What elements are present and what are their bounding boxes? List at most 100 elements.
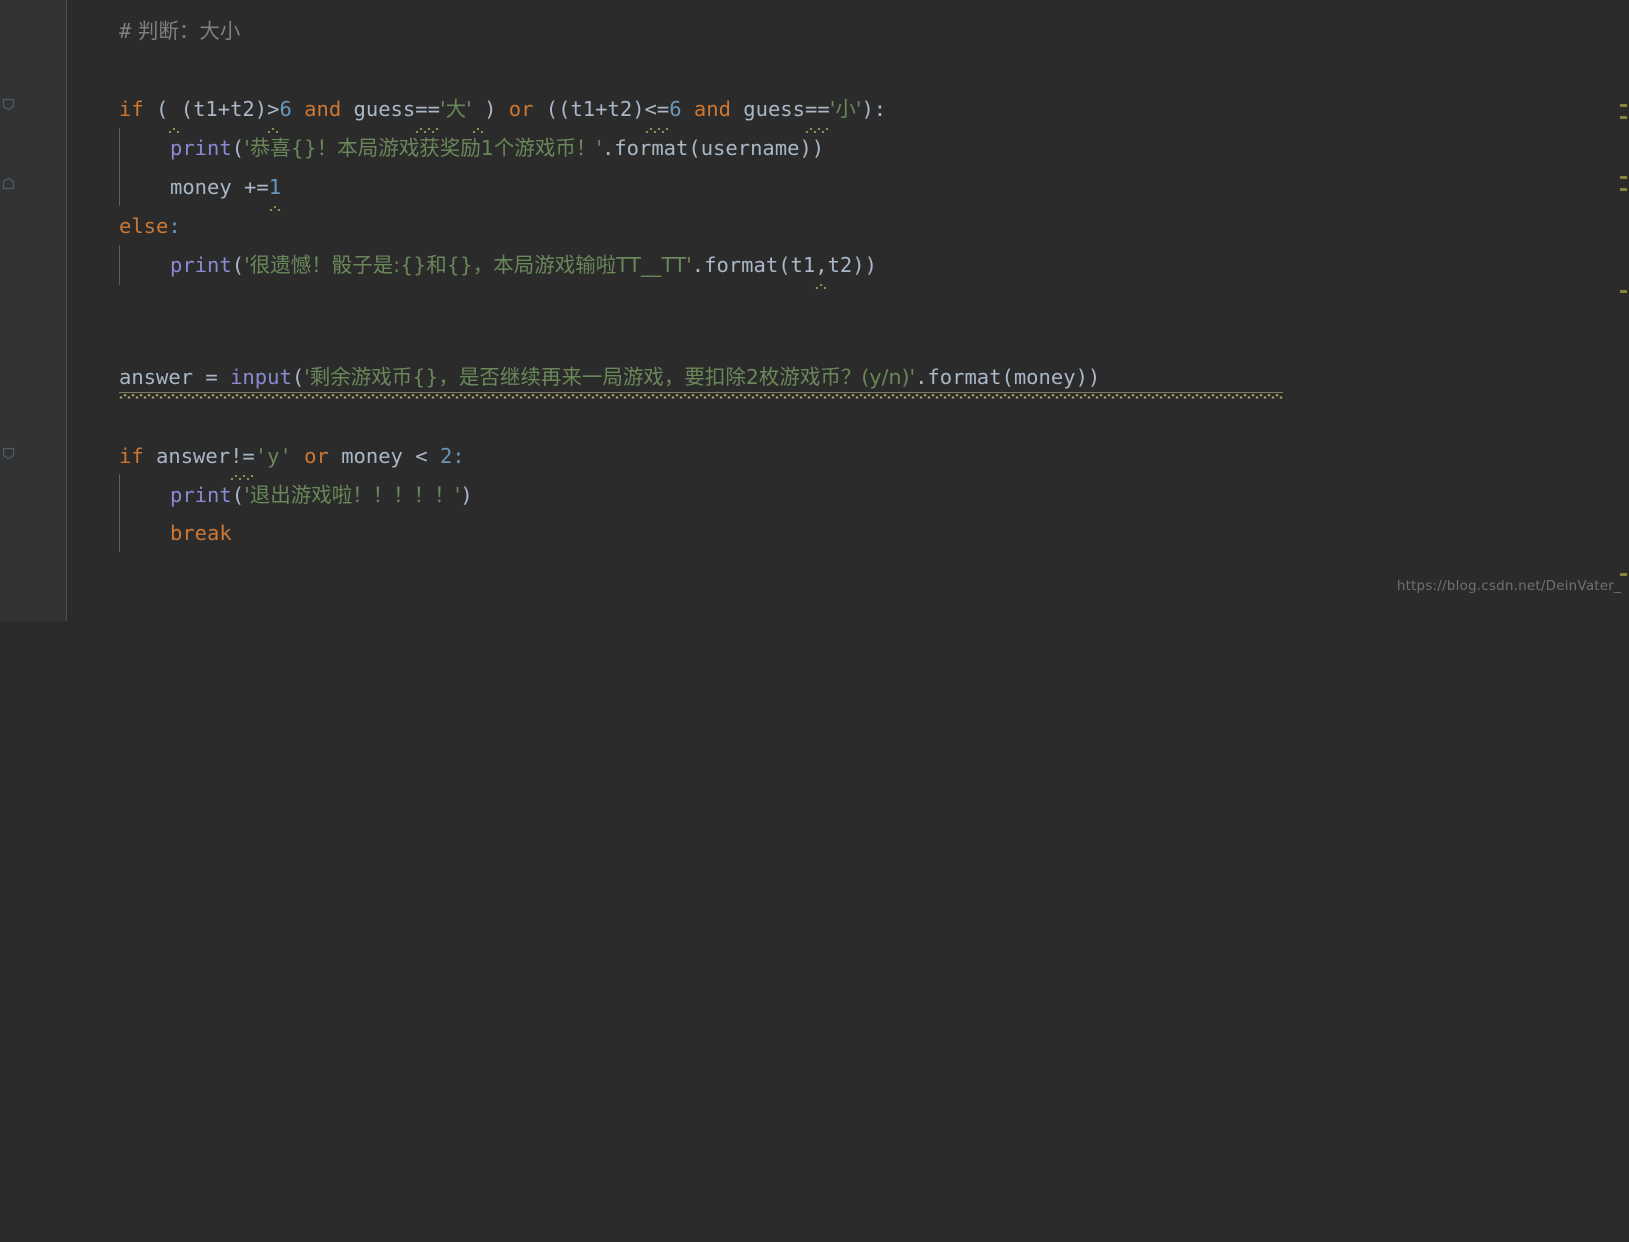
var-t1: t1 — [193, 97, 218, 121]
if-2-colon: : — [452, 444, 465, 468]
fold-marker-icon[interactable] — [2, 447, 15, 460]
arg-money: money — [1013, 365, 1076, 389]
function-print: print — [170, 136, 232, 160]
dot-format: .format — [601, 136, 689, 160]
format-lose-open-paren: ( — [778, 253, 791, 277]
warning-marker[interactable] — [1620, 104, 1627, 107]
arg-t2: t2 — [827, 253, 853, 277]
plus-operator: + — [217, 97, 231, 121]
if-line-tail: ): — [861, 97, 887, 121]
cond1-open-paren: ( — [180, 97, 194, 121]
var-t2-b: t2 — [607, 97, 633, 121]
keyword-or-2: or — [291, 444, 342, 468]
keyword-else: else — [119, 214, 169, 238]
plus-operator-b: + — [595, 97, 608, 121]
warning-marker[interactable] — [1620, 176, 1627, 179]
var-guess: guess — [353, 97, 416, 121]
keyword-if-2: if — [119, 444, 157, 468]
print-close-parens: )) — [799, 136, 825, 160]
arg-t1: t1 — [790, 253, 816, 277]
cond2-close-paren: ) — [632, 97, 645, 121]
equality-operator: == — [415, 90, 440, 133]
code-line-print-win: print('恭喜{}！本局游戏获奖励1个游戏币！'.format(userna… — [170, 129, 824, 168]
extra-space-warning-2 — [471, 90, 485, 133]
cond1-close-paren: ) — [254, 97, 268, 121]
cond-close-paren: ) — [484, 97, 497, 121]
print-lose-close-parens: )) — [852, 253, 877, 277]
print-exit-close-paren: ) — [460, 483, 473, 507]
keyword-if: if — [119, 97, 144, 121]
function-input: input — [230, 365, 292, 389]
code-content[interactable]: # 判断：大小 if ( (t1+t2)>6 and guess=='大' ) … — [119, 0, 1629, 621]
keyword-or: or — [496, 97, 546, 121]
string-da: '大' — [439, 97, 472, 121]
plus-equals-operator: += — [231, 175, 269, 199]
warning-marker[interactable] — [1620, 116, 1627, 119]
warning-marker[interactable] — [1620, 573, 1627, 576]
scrollbar-marker-rail[interactable] — [1615, 0, 1629, 621]
code-line-answer: answer = input('剩余游戏币{}，是否继续再来一局游戏，要扣除2枚… — [119, 358, 1100, 397]
string-win-message: '恭喜{}！本局游戏获奖励1个游戏币！' — [244, 136, 602, 160]
less-equal-operator: <= — [644, 90, 669, 133]
var-answer-2: answer — [156, 444, 231, 468]
dot-format-answer: .format — [915, 365, 1002, 389]
code-line-else: else: — [119, 207, 181, 246]
string-exit-message: '退出游戏啦！！！！！' — [244, 483, 461, 507]
fold-marker-icon[interactable] — [2, 98, 15, 111]
answer-line-underline — [119, 392, 1283, 393]
format-open-paren: ( — [688, 136, 701, 160]
arg-comma: , — [815, 246, 828, 289]
number-one: 1 — [268, 168, 282, 211]
print-open-paren: ( — [231, 136, 245, 160]
keyword-and: and — [291, 97, 354, 121]
code-line-print-exit: print('退出游戏啦！！！！！') — [170, 476, 473, 515]
not-equal-operator: != — [230, 437, 255, 480]
string-y: 'y' — [254, 444, 292, 468]
var-username: username — [700, 136, 800, 160]
code-line-if-1: if ( (t1+t2)>6 and guess=='大' ) or ((t1+… — [119, 90, 887, 133]
number-six: 6 — [279, 97, 292, 121]
dot-format-lose: .format — [691, 253, 779, 277]
cond2-open-paren: (( — [545, 97, 571, 121]
comment-hash: # — [119, 19, 132, 43]
function-print-exit: print — [170, 483, 232, 507]
code-line-comment: # 判断：大小 — [119, 12, 240, 51]
answer-line-warning-underline — [119, 394, 1283, 399]
warning-marker[interactable] — [1620, 290, 1627, 293]
assign-operator: = — [193, 365, 231, 389]
var-guess-b: guess — [743, 97, 805, 121]
number-two: 2 — [439, 444, 453, 468]
open-paren: ( — [143, 97, 169, 121]
var-t1-b: t1 — [570, 97, 596, 121]
warning-marker[interactable] — [1620, 188, 1627, 191]
var-t2: t2 — [230, 97, 255, 121]
print-exit-open-paren: ( — [231, 483, 245, 507]
function-print-lose: print — [170, 253, 232, 277]
var-money: money — [170, 175, 232, 199]
code-line-break: break — [170, 514, 232, 553]
equality-operator-b: == — [805, 90, 830, 133]
less-than-operator: < — [402, 444, 440, 468]
input-close-parens: )) — [1075, 365, 1101, 389]
var-answer: answer — [119, 365, 194, 389]
string-xiao: '小' — [829, 97, 862, 121]
print-lose-open-paren: ( — [231, 253, 245, 277]
code-line-if-2: if answer!='y' or money < 2: — [119, 437, 465, 480]
keyword-and-b: and — [681, 97, 744, 121]
input-open-paren: ( — [291, 365, 305, 389]
string-prompt: '剩余游戏币{}，是否继续再来一局游戏，要扣除2枚游戏币？(y/n)' — [304, 365, 916, 389]
string-lose-message: '很遗憾！骰子是:{}和{}，本局游戏输啦TT__TT' — [244, 253, 692, 277]
keyword-break: break — [170, 521, 232, 545]
code-line-print-lose: print('很遗憾！骰子是:{}和{}，本局游戏输啦TT__TT'.forma… — [170, 246, 877, 289]
code-line-money: money +=1 — [170, 168, 282, 211]
code-editor[interactable]: # 判断：大小 if ( (t1+t2)>6 and guess=='大' ) … — [0, 0, 1629, 621]
editor-gutter[interactable] — [0, 0, 67, 621]
else-colon: : — [168, 214, 181, 238]
watermark-text: https://blog.csdn.net/DeinVater_ — [1396, 578, 1621, 594]
extra-space-warning — [168, 90, 182, 133]
number-six-b: 6 — [669, 97, 682, 121]
format-answer-open-paren: ( — [1001, 365, 1014, 389]
var-money-2: money — [341, 444, 403, 468]
fold-marker-icon[interactable] — [2, 177, 15, 190]
greater-than-operator: > — [267, 90, 280, 133]
